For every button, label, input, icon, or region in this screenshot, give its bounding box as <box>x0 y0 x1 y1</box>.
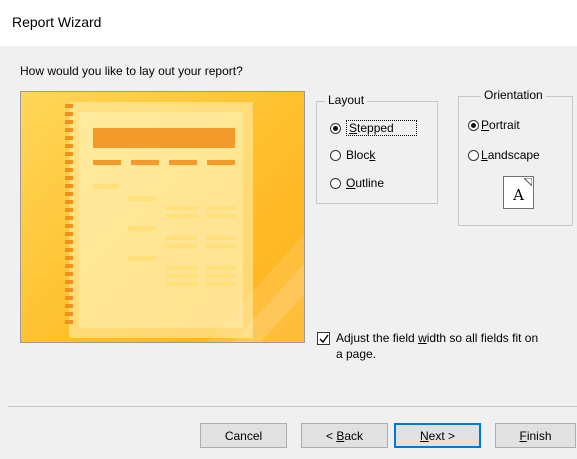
stepped-layout-illustration <box>65 102 304 342</box>
radio-block[interactable] <box>330 149 341 161</box>
layout-option-block[interactable]: Block <box>330 146 375 164</box>
layout-group-label: Layout <box>325 93 368 107</box>
portrait-icon-letter: A <box>513 186 524 204</box>
landscape-label: Landscape <box>481 148 540 162</box>
back-button[interactable]: < Back <box>301 423 388 448</box>
layout-option-outline[interactable]: Outline <box>330 174 384 192</box>
portrait-page-icon: A <box>503 176 534 209</box>
stepped-label: Stepped <box>346 120 417 136</box>
orientation-option-landscape[interactable]: Landscape <box>468 146 540 164</box>
finish-button[interactable]: Finish <box>495 423 576 448</box>
block-label: Block <box>346 148 376 162</box>
orientation-option-portrait[interactable]: Portrait <box>468 116 520 134</box>
adjust-width-checkbox[interactable] <box>317 332 330 345</box>
window-title: Report Wizard <box>12 14 102 30</box>
radio-stepped[interactable] <box>330 122 341 134</box>
wizard-prompt: How would you like to lay out your repor… <box>20 64 243 78</box>
checkmark-icon <box>319 334 329 344</box>
radio-outline[interactable] <box>330 177 341 189</box>
portrait-label: Portrait <box>481 118 520 132</box>
footer-separator <box>8 406 577 407</box>
layout-option-stepped[interactable]: Stepped <box>330 119 417 137</box>
radio-landscape[interactable] <box>468 149 479 161</box>
outline-label: Outline <box>346 176 385 190</box>
radio-portrait[interactable] <box>468 119 479 131</box>
title-bar: Report Wizard <box>0 0 577 46</box>
cancel-button[interactable]: Cancel <box>200 423 287 448</box>
layout-preview-image <box>20 91 305 343</box>
next-button[interactable]: Next > <box>394 423 481 448</box>
orientation-group-label: Orientation <box>481 88 546 102</box>
adjust-width-label[interactable]: Adjust the field width so all fields fit… <box>336 330 538 362</box>
